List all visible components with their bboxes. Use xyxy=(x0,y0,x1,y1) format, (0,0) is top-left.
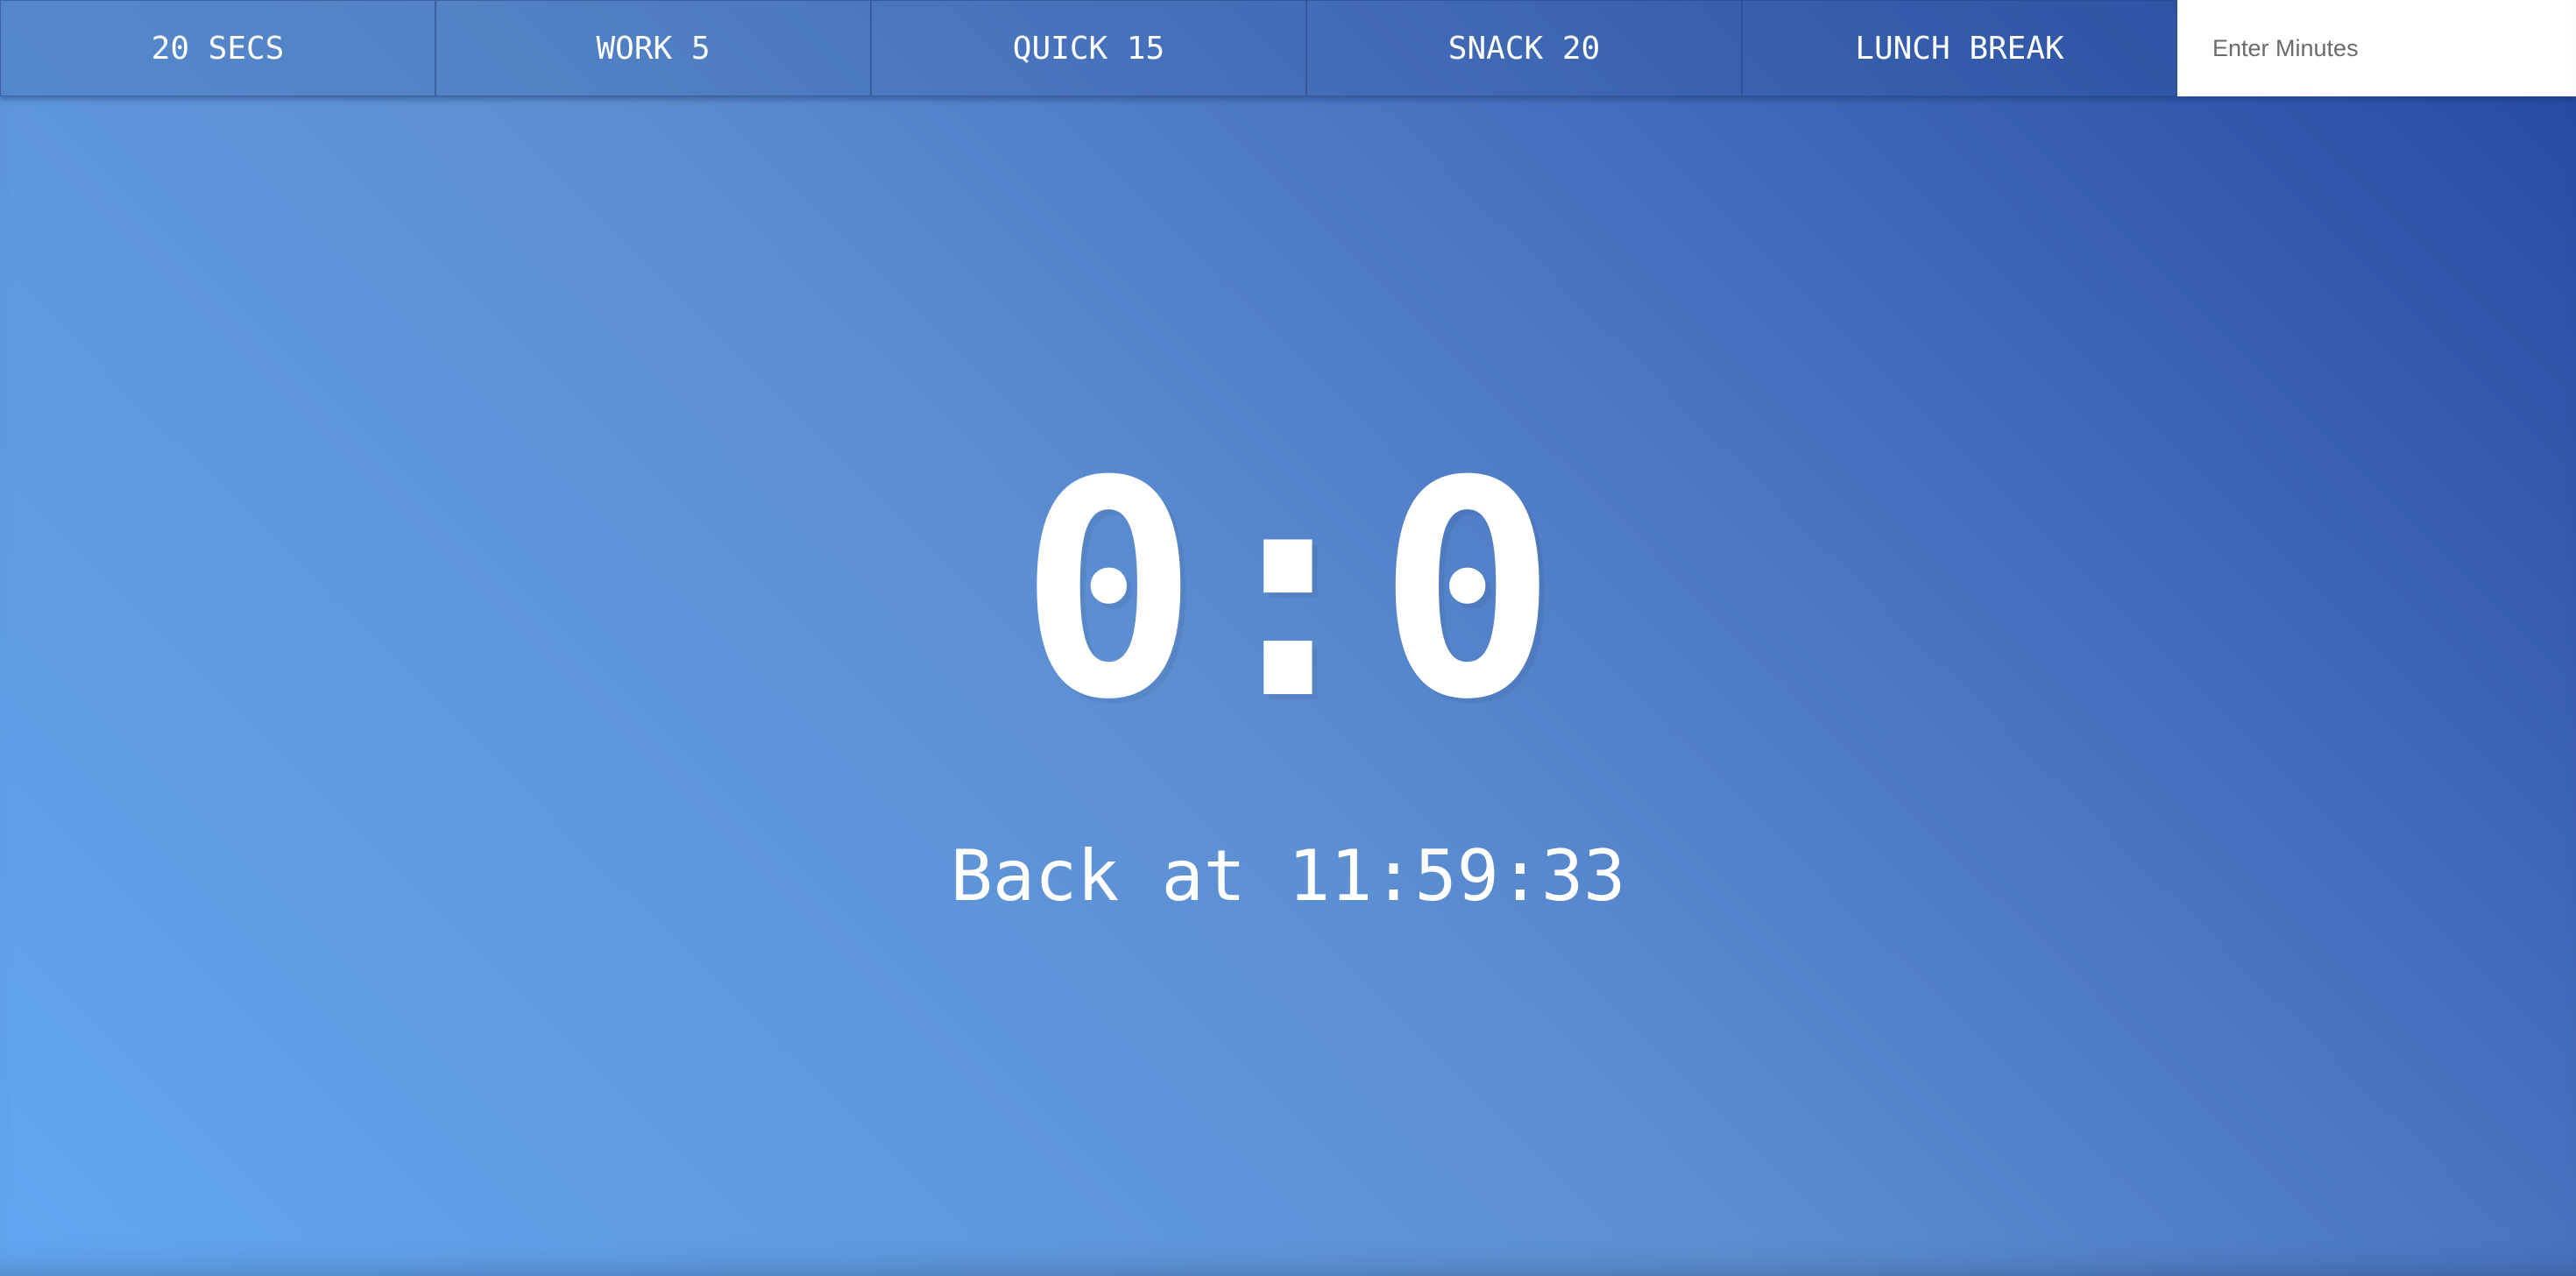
time-left-readout: 0:0 xyxy=(1018,418,1558,765)
timer-display: 0:0 Back at 11:59:33 xyxy=(0,96,2576,1276)
preset-button-quick-15[interactable]: QUICK 15 xyxy=(871,0,1306,96)
preset-button-snack-20[interactable]: SNACK 20 xyxy=(1306,0,1742,96)
preset-button-work-5[interactable]: WORK 5 xyxy=(435,0,871,96)
custom-minutes-form xyxy=(2177,0,2576,96)
end-time-text: Back at 11:59:33 xyxy=(950,835,1626,917)
timer-controls: 20 SECS WORK 5 QUICK 15 SNACK 20 LUNCH B… xyxy=(0,0,2576,96)
minutes-input[interactable] xyxy=(2177,0,2576,96)
preset-button-lunch-break[interactable]: LUNCH BREAK xyxy=(1742,0,2177,96)
preset-button-20-secs[interactable]: 20 SECS xyxy=(0,0,435,96)
